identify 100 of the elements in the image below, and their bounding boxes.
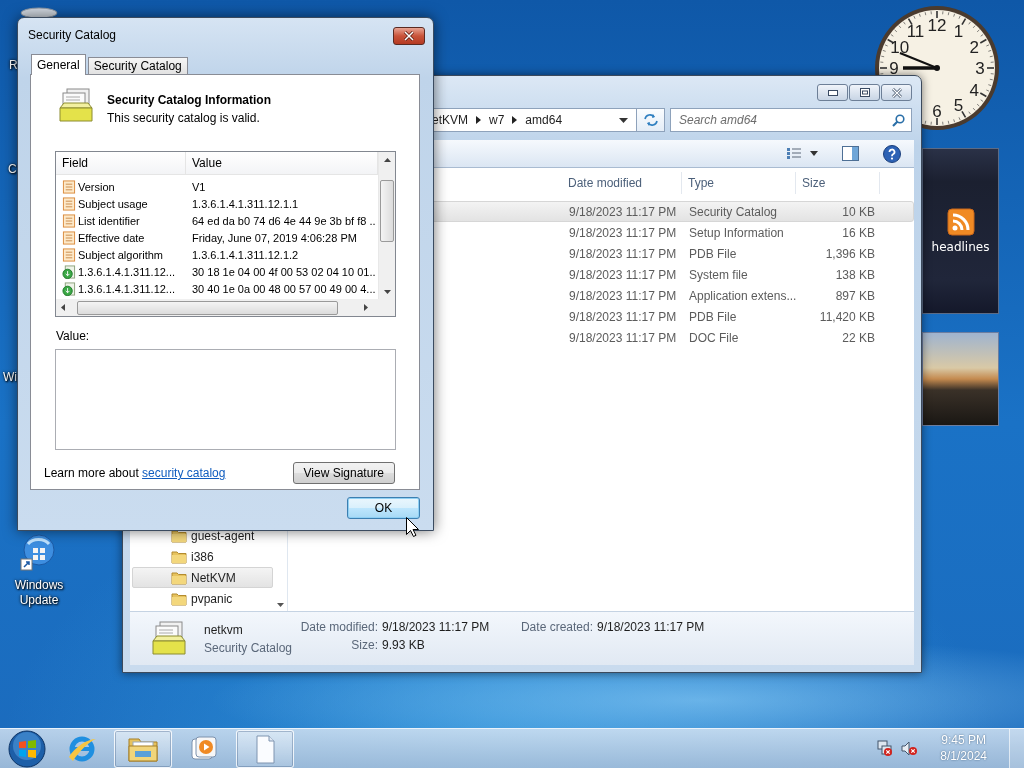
field-row[interactable]: Version V1: [56, 178, 378, 195]
column-header[interactable]: Field: [56, 152, 186, 174]
type-cell-text: Security Catalog: [688, 204, 779, 219]
field-name: 1.3.6.1.4.1.311.12...: [56, 263, 186, 280]
type-cell-text: PDB File: [688, 309, 738, 324]
folder-icon: [171, 528, 187, 543]
date-cell-text: 9/18/2023 11:17 PM: [568, 309, 678, 324]
property-icon: [62, 229, 76, 246]
minimize-icon: [827, 89, 838, 96]
horizontal-scrollbar[interactable]: [56, 299, 395, 316]
scroll-up-icon: [383, 158, 391, 162]
catalog-file-icon: [150, 619, 188, 658]
breadcrumb-item[interactable]: amd64: [525, 113, 563, 127]
date-cell-text: 9/18/2023 11:17 PM: [568, 288, 678, 303]
network-error-icon[interactable]: [876, 740, 894, 757]
drive-icon[interactable]: [20, 7, 58, 19]
detail-label: Date created:: [519, 620, 593, 634]
column-header[interactable]: Date modified: [562, 172, 682, 194]
vertical-scrollbar[interactable]: [378, 152, 395, 299]
value-label: Value:: [56, 329, 91, 343]
column-header[interactable]: Size: [796, 172, 880, 194]
security-catalog-link[interactable]: security catalog: [142, 466, 226, 480]
desktop-icon-label[interactable]: Windows Update: [10, 578, 68, 608]
chevron-right-icon: [476, 116, 481, 124]
clock-date: 8/1/2024: [940, 750, 987, 763]
clock-time: 9:45 PM: [941, 734, 986, 747]
folder-tree-item[interactable]: pvpanic: [132, 588, 273, 609]
date-cell-text: 9/18/2023 11:17 PM: [568, 225, 678, 240]
clock-numeral: 9: [889, 59, 899, 78]
rss-icon[interactable]: [946, 208, 975, 236]
property-icon: [62, 178, 76, 195]
clock-numeral: 4: [969, 80, 979, 100]
clock-hands: [898, 52, 940, 71]
detail-label: Date modified:: [299, 620, 378, 634]
breadcrumb-item[interactable]: etKVM: [432, 113, 468, 127]
field-name: Version: [56, 178, 186, 195]
clock-numeral: 3: [975, 59, 985, 78]
taskbar-app-button[interactable]: [236, 729, 294, 768]
size-cell-text: 22 KB: [841, 330, 876, 345]
type-cell-text: Application extens...: [688, 288, 797, 303]
help-button[interactable]: [883, 144, 901, 163]
breadcrumb-item[interactable]: w7: [489, 113, 505, 127]
size-cell-text: 897 KB: [834, 288, 876, 303]
date-cell-text: 9/18/2023 11:17 PM: [568, 246, 678, 261]
date-cell-text: 9/18/2023 11:17 PM: [568, 204, 678, 219]
search-field[interactable]: Search amd64: [670, 108, 912, 132]
field-name: List identifier: [56, 212, 186, 229]
field-name: 1.3.6.1.4.1.311.12...: [56, 280, 186, 297]
field-value: V1: [191, 180, 207, 193]
minimize-button[interactable]: [817, 84, 848, 101]
view-options-button[interactable]: [786, 147, 818, 160]
refresh-button[interactable]: [637, 108, 665, 132]
volume-muted-icon[interactable]: [901, 740, 919, 757]
close-icon: [403, 31, 415, 41]
folder-icon: [171, 549, 187, 564]
folder-tree-item[interactable]: i386: [132, 546, 273, 567]
tab[interactable]: Security Catalog: [87, 57, 188, 74]
scroll-down-icon: [383, 290, 391, 294]
taskbar-app-button[interactable]: [114, 729, 172, 768]
chevron-right-icon: [512, 116, 518, 124]
field-value: 30 40 1e 0a 00 48 00 57 00 49 00 4...: [191, 282, 377, 295]
scroll-left-icon: [61, 304, 65, 311]
field-value: 30 18 1e 04 00 4f 00 53 02 04 10 01..: [191, 265, 377, 278]
preview-pane-button[interactable]: [842, 146, 859, 161]
size-cell-text: 10 KB: [841, 204, 876, 219]
column-header[interactable]: Type: [682, 172, 796, 194]
file-type: Security Catalog: [204, 640, 294, 655]
help-icon: [883, 144, 901, 163]
field-row[interactable]: Effective date Friday, June 07, 2019 4:06:28 PM: [56, 229, 378, 246]
folder-tree-item[interactable]: NetKVM: [132, 567, 273, 588]
ok-button[interactable]: OK: [347, 497, 420, 519]
clock-numeral: 2: [969, 37, 979, 57]
value-field[interactable]: [55, 349, 396, 450]
refresh-icon: [642, 113, 659, 127]
desktop-icon-label[interactable]: C: [8, 162, 17, 176]
detail-label: Size:: [350, 638, 378, 652]
feed-gadget[interactable]: headlines: [922, 148, 999, 314]
clock-numeral: 12: [927, 16, 947, 35]
size-cell-text: 1,396 KB: [824, 246, 876, 261]
dropdown-caret-icon[interactable]: [619, 117, 628, 123]
learn-more-text: Learn more about security catalog: [44, 466, 226, 480]
field-value: Friday, June 07, 2019 4:06:28 PM: [191, 231, 358, 244]
field-row[interactable]: Subject algorithm 1.3.6.1.4.1.311.12.1.2: [56, 246, 378, 263]
desktop-icon-label[interactable]: R: [9, 58, 18, 72]
section-heading: Security Catalog Information: [107, 93, 272, 107]
detail-value: 9/18/2023 11:17 PM: [597, 620, 705, 634]
field-row[interactable]: 1.3.6.1.4.1.311.12... 30 18 1e 04 00 4f 00 53 02 04 10 01..: [56, 263, 378, 280]
desktop-icon-label[interactable]: Wi: [3, 370, 17, 384]
field-row[interactable]: 1.3.6.1.4.1.311.12... 30 40 1e 0a 00 48 00 57 00 49 00 4...: [56, 280, 378, 297]
clock-numeral: 6: [932, 102, 942, 121]
field-name: Effective date: [56, 229, 186, 246]
close-button[interactable]: [393, 27, 425, 45]
view-signature-button[interactable]: View Signature: [292, 462, 395, 484]
extension-icon: [62, 263, 76, 280]
tab[interactable]: General: [31, 54, 86, 75]
type-cell-text: DOC File: [688, 330, 740, 345]
type-cell-text: System file: [688, 267, 749, 282]
window-title: Security Catalog: [28, 28, 117, 42]
maximize-button[interactable]: [849, 84, 880, 101]
folder-icon: [171, 570, 187, 585]
